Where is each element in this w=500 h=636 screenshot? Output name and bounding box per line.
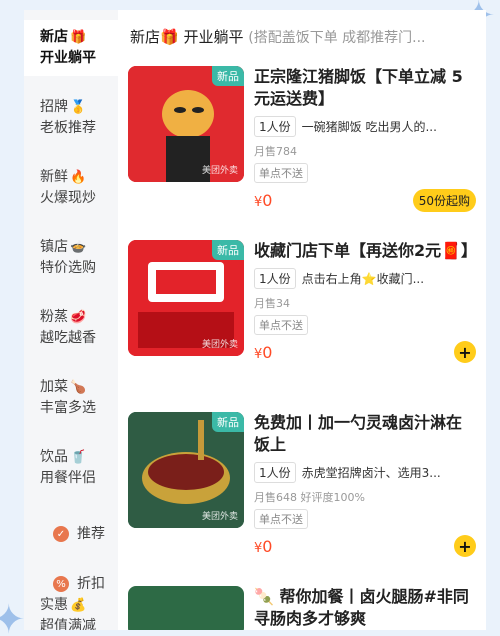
price-row: ¥0 +	[254, 535, 476, 557]
sidebar-item-signature[interactable]: 招牌 🥇 老板推荐	[24, 90, 118, 146]
money-bag-icon: 💰	[70, 598, 87, 613]
price-value: 0	[262, 342, 273, 362]
category-header: 新店🎁 开业躺平 (搭配盖饭下单 成都推荐门...	[130, 26, 486, 47]
price: ¥0	[254, 343, 272, 362]
sidebar-item-sublabel: 老板推荐	[40, 120, 96, 136]
medal-icon: 🥇	[70, 100, 87, 115]
sidebar-item-label: 加菜	[40, 379, 68, 395]
product-title: 正宗隆江猪脚饭【下单立减 5元运送费】	[254, 67, 463, 108]
portion-tag: 1人份	[254, 116, 296, 137]
drumstick-icon: 🍗	[70, 380, 87, 395]
product-description: 点击右上角⭐收藏门...	[301, 272, 425, 286]
new-badge: 新品	[212, 412, 244, 432]
drink-icon: 🥤	[70, 450, 87, 465]
sidebar-item-label: 饮品	[40, 449, 68, 465]
sidebar-item-sublabel: 越吃越香	[40, 330, 96, 346]
sidebar-item-special[interactable]: 镇店 🍲 特价选购	[24, 230, 118, 286]
sidebar-item-label: 粉蒸	[40, 309, 68, 325]
product-image[interactable]: 新品 美团外卖	[128, 412, 244, 528]
sidebar-item-sublabel: 特价选购	[40, 260, 96, 276]
app-frame: 新店 🎁 开业躺平 招牌 🥇 老板推荐 新鲜 🔥 火爆现炒 镇店 🍲 特价选购 粉蒸 🥩 …	[24, 10, 486, 630]
sidebar-item-sublabel: 超值满减	[40, 618, 96, 630]
add-to-cart-button[interactable]: +	[454, 535, 476, 557]
product-title: 免费加丨加一勺灵魂卤汁淋在饭上	[254, 413, 463, 454]
sidebar-item-label: 新店	[40, 29, 68, 45]
monthly-sales: 月售648 好评度100%	[254, 491, 365, 504]
product-tags: 1人份 赤虎堂招牌卤汁、选用3...	[254, 462, 476, 483]
gift-icon: 🎁	[70, 30, 87, 45]
new-badge: 新品	[212, 240, 244, 260]
product-image[interactable]: 新品 美团外卖	[128, 66, 244, 182]
new-badge: 新品	[212, 66, 244, 86]
watermark: 美团外卖	[201, 512, 238, 522]
sidebar-item-drinks[interactable]: 饮品 🥤 用餐伴侣	[24, 440, 118, 496]
sidebar-item-fresh[interactable]: 新鲜 🔥 火爆现炒	[24, 160, 118, 216]
sidebar-item-add-dish[interactable]: 加菜 🍗 丰富多选	[24, 370, 118, 426]
price-value: 0	[262, 191, 273, 210]
sidebar-item-label: 镇店	[40, 239, 68, 255]
price: ¥0	[254, 191, 272, 210]
price-row: ¥0 50份起购	[254, 189, 476, 212]
product-tags: 1人份 点击右上角⭐收藏门...	[254, 268, 476, 289]
price-row: ¥0 +	[254, 341, 476, 363]
pot-icon: 🍲	[70, 240, 87, 255]
sidebar-item-steamed[interactable]: 粉蒸 🥩 越吃越香	[24, 300, 118, 356]
product-list: 新店🎁 开业躺平 (搭配盖饭下单 成都推荐门... 新品 美团外卖 正宗隆江猪脚…	[118, 10, 486, 630]
category-sidebar: 新店 🎁 开业躺平 招牌 🥇 老板推荐 新鲜 🔥 火爆现炒 镇店 🍲 特价选购 粉蒸 🥩 …	[24, 10, 118, 630]
watermark: 美团外卖	[201, 340, 238, 350]
product-tags: 1人份 一碗猪脚饭 吃出男人的...	[254, 116, 476, 137]
product-image[interactable]	[128, 586, 244, 630]
sidebar-item-label: 新鲜	[40, 169, 68, 185]
product-title: 🍡 帮你加餐丨卤火腿肠#非同寻肠肉多才够爽	[254, 587, 469, 628]
price-value: 0	[262, 536, 273, 556]
no-delivery-tag: 单点不送	[254, 509, 308, 529]
sidebar-item-label: 推荐	[77, 525, 105, 542]
no-delivery-tag: 单点不送	[254, 315, 308, 335]
sidebar-item-recommend[interactable]: ✓ 推荐	[24, 506, 118, 562]
product-title: 收藏门店下单【再送你2元🧧】	[254, 241, 478, 260]
product-description: 一碗猪脚饭 吃出男人的...	[301, 120, 437, 134]
meat-icon: 🥩	[70, 310, 87, 325]
product-info: 🍡 帮你加餐丨卤火腿肠#非同寻肠肉多才够爽	[254, 586, 476, 630]
product-info: 正宗隆江猪脚饭【下单立减 5元运送费】 1人份 一碗猪脚饭 吃出男人的... 月…	[254, 66, 476, 212]
product-info: 免费加丨加一勺灵魂卤汁淋在饭上 1人份 赤虎堂招牌卤汁、选用3... 月售648…	[254, 412, 476, 557]
add-to-cart-button[interactable]: +	[454, 341, 476, 363]
portion-tag: 1人份	[254, 462, 296, 483]
product-info: 收藏门店下单【再送你2元🧧】 1人份 点击右上角⭐收藏门... 月售34 单点不…	[254, 240, 478, 363]
monthly-sales: 月售784	[254, 145, 297, 158]
no-delivery-tag: 单点不送	[254, 163, 308, 183]
category-title: 新店🎁 开业躺平	[130, 28, 244, 46]
sidebar-item-sublabel: 开业躺平	[40, 50, 96, 66]
fire-icon: 🔥	[70, 170, 87, 185]
sidebar-item-new-store[interactable]: 新店 🎁 开业躺平	[24, 20, 118, 76]
sidebar-item-sublabel: 用餐伴侣	[40, 470, 96, 486]
price: ¥0	[254, 537, 272, 556]
sidebar-item-value[interactable]: 实惠 💰 超值满减	[24, 588, 118, 630]
thumb-up-icon: ✓	[53, 526, 69, 542]
product-description: 赤虎堂招牌卤汁、选用3...	[301, 466, 441, 480]
monthly-sales: 月售34	[254, 297, 290, 310]
sidebar-item-label: 招牌	[40, 99, 68, 115]
category-subtitle: (搭配盖饭下单 成都推荐门...	[248, 30, 426, 46]
watermark: 美团外卖	[201, 166, 238, 176]
sidebar-item-sublabel: 丰富多选	[40, 400, 96, 416]
product-image[interactable]: 新品 美团外卖	[128, 240, 244, 356]
sidebar-item-sublabel: 火爆现炒	[40, 190, 96, 206]
sidebar-item-label: 实惠	[40, 597, 68, 613]
min-order-button[interactable]: 50份起购	[412, 189, 476, 212]
portion-tag: 1人份	[254, 268, 296, 289]
